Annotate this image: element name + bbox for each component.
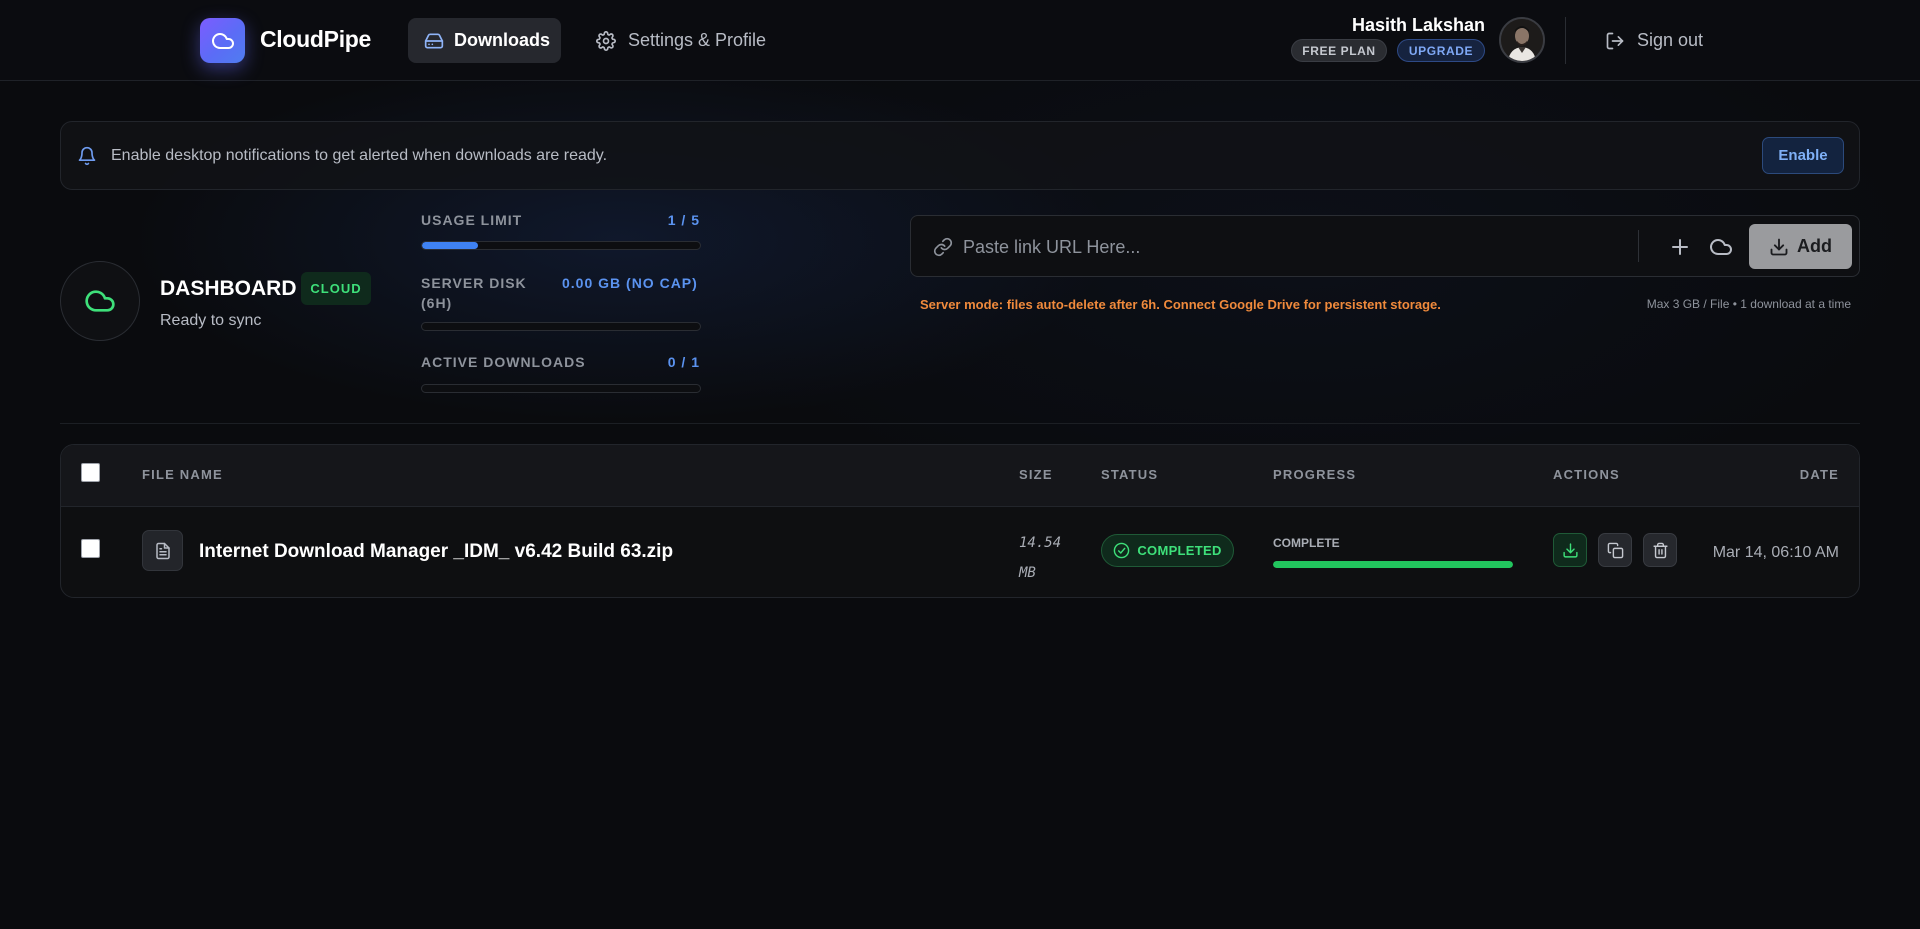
server-mode-note: Server mode: files auto-delete after 6h.… [920,297,1441,312]
table-header: FILE NAME SIZE STATUS PROGRESS ACTIONS D… [61,445,1859,507]
usage-limit-label: USAGE LIMIT [421,212,523,228]
logo[interactable] [200,18,245,63]
progress-label: COMPLETE [1273,536,1340,550]
downloads-table: FILE NAME SIZE STATUS PROGRESS ACTIONS D… [60,444,1860,598]
sign-out-label: Sign out [1637,30,1704,50]
log-out-icon [1606,32,1624,49]
file-limit-note: Max 3 GB / File • 1 download at a time [1646,297,1851,311]
column-header-date: DATE [1799,467,1839,482]
gear-icon [596,30,616,51]
user-photo-icon [1501,19,1543,61]
active-downloads-bar [421,384,701,393]
nav-settings-label: Settings & Profile [628,30,767,50]
active-downloads-label: ACTIVE DOWNLOADS [421,354,586,370]
usage-limit-bar [421,241,701,250]
download-file-button[interactable] [1553,533,1587,567]
dashboard-status-indicator [60,261,140,341]
usage-limit-value: 1 / 5 [667,212,700,228]
file-size-unit: MB [1019,565,1036,581]
link-icon [933,237,953,257]
add-button-label: Add [1797,236,1832,256]
url-input[interactable] [963,232,1563,262]
active-downloads-value: 0 / 1 [667,354,700,370]
copy-link-button[interactable] [1598,533,1632,567]
nav-downloads-label: Downloads [454,30,551,50]
status-badge: COMPLETED [1101,534,1234,567]
enable-notifications-button[interactable]: Enable [1762,137,1844,174]
cloud-icon [85,290,115,312]
header-divider [1565,17,1566,64]
file-size-number: 14.54 [1019,535,1062,551]
usage-limit-bar-fill [422,242,478,249]
select-all-checkbox[interactable] [81,463,100,482]
copy-icon [1607,542,1623,558]
avatar[interactable] [1499,17,1545,63]
column-header-actions: ACTIONS [1553,467,1620,482]
column-header-progress: PROGRESS [1273,467,1357,482]
top-navbar: CloudPipe Downloads Settings & Profile H… [0,0,1920,81]
server-disk-value: 0.00 GB (NO CAP) [562,275,698,291]
column-header-size: SIZE [1019,467,1053,482]
server-disk-bar [421,322,701,331]
column-header-status: STATUS [1101,467,1159,482]
brand-name[interactable]: CloudPipe [260,26,371,53]
check-circle-icon [1114,542,1130,559]
download-icon [1770,238,1788,255]
dashboard-subtitle: Ready to sync [160,312,262,329]
file-size: 14.54 MB [1019,528,1069,588]
column-header-file-name: FILE NAME [142,467,223,482]
cloud-icon [211,32,234,49]
url-input-group: Add [910,215,1860,277]
file-type-badge [142,530,183,571]
sign-out-button[interactable]: Sign out [1605,18,1703,63]
nav-settings[interactable]: Settings & Profile [596,18,766,63]
upgrade-button[interactable]: UPGRADE [1397,39,1485,62]
notification-banner: Enable desktop notifications to get aler… [60,121,1860,190]
mode-badge: CLOUD [301,272,371,305]
notification-message: Enable desktop notifications to get aler… [111,147,608,164]
file-name[interactable]: Internet Download Manager _IDM_ v6.42 Bu… [199,541,673,563]
trash-icon [1652,542,1668,558]
row-checkbox[interactable] [81,539,100,558]
user-name: Hasith Lakshan [1351,15,1485,35]
status-label: COMPLETED [1137,543,1222,558]
cloud-upload-icon[interactable] [1708,235,1734,259]
progress-bar [1273,561,1513,568]
input-divider [1638,230,1639,262]
plus-icon[interactable] [1668,235,1692,259]
file-text-icon [155,542,170,559]
progress-bar-fill [1273,561,1513,568]
nav-downloads[interactable]: Downloads [408,18,561,63]
plan-badge: FREE PLAN [1291,39,1387,62]
server-disk-label: SERVER DISK (6H) [421,275,527,311]
add-button[interactable]: Add [1749,224,1852,269]
hard-drive-icon [424,33,444,49]
bell-icon [78,146,96,166]
dashboard-title: DASHBOARD [160,277,297,300]
delete-file-button[interactable] [1643,533,1677,567]
file-date: Mar 14, 06:10 AM [1712,544,1839,561]
section-divider [60,423,1860,424]
download-icon [1562,542,1578,558]
